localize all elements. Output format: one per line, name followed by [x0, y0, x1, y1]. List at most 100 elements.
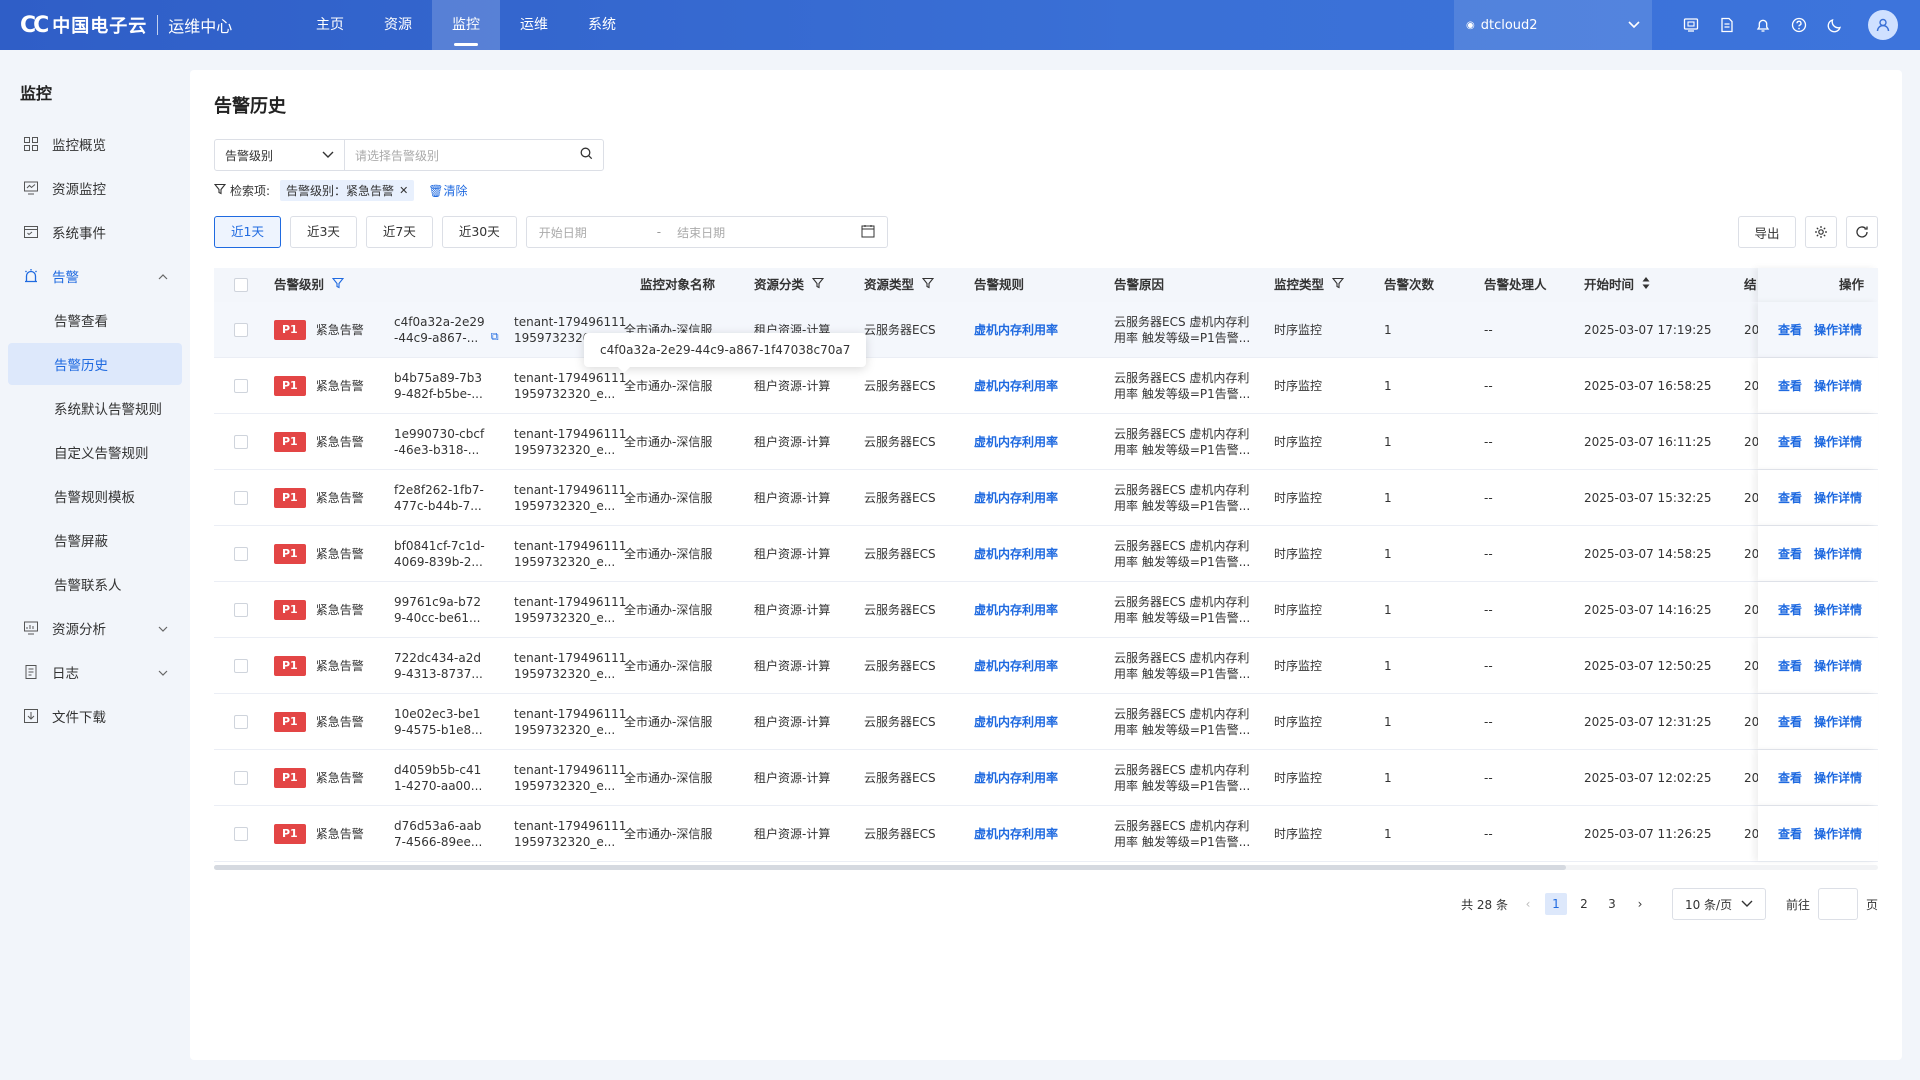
- rule-cell[interactable]: 虚机内存利用率: [974, 414, 1058, 469]
- view-link[interactable]: 查看: [1778, 434, 1802, 450]
- sidebar-item-logs[interactable]: 日志: [8, 651, 182, 693]
- copy-icon[interactable]: ⧉: [491, 329, 499, 345]
- table-row[interactable]: P1 紧急告警 bf0841cf-7c1d- 4069-839b-2... tenan…: [214, 526, 1878, 582]
- next-page-icon[interactable]: ›: [1629, 893, 1651, 915]
- rule-cell[interactable]: 虚机内存利用率: [974, 302, 1058, 357]
- rule-cell[interactable]: 虚机内存利用率: [974, 582, 1058, 637]
- clear-button[interactable]: 🗑清除: [428, 182, 467, 199]
- export-button[interactable]: 导出: [1738, 216, 1796, 248]
- view-link[interactable]: 查看: [1778, 378, 1802, 394]
- detail-link[interactable]: 操作详情: [1814, 546, 1862, 562]
- user-avatar-icon[interactable]: [1868, 10, 1898, 40]
- settings-icon[interactable]: [1805, 216, 1837, 248]
- sidebar-item-custom-rules[interactable]: 自定义告警规则: [8, 431, 182, 473]
- nav-system[interactable]: 系统: [568, 0, 636, 50]
- row-checkbox[interactable]: [234, 358, 248, 413]
- rule-cell[interactable]: 虚机内存利用率: [974, 750, 1058, 805]
- sidebar-item-alarm-contacts[interactable]: 告警联系人: [8, 563, 182, 605]
- nav-monitor[interactable]: 监控: [432, 0, 500, 50]
- filter-value-input[interactable]: 请选择告警级别: [345, 140, 603, 170]
- view-link[interactable]: 查看: [1778, 546, 1802, 562]
- table-row[interactable]: P1 紧急告警 f2e8f262-1fb7- 477c-b44b-7... tenan…: [214, 470, 1878, 526]
- table-row[interactable]: P1 紧急告警 d4059b5b-c41 1-4270-aa00... tenant-…: [214, 750, 1878, 806]
- sidebar-item-default-rules[interactable]: 系统默认告警规则: [8, 387, 182, 429]
- detail-link[interactable]: 操作详情: [1814, 322, 1862, 338]
- logo[interactable]: CC 中国电子云 运维中心: [20, 12, 232, 38]
- page-size-select[interactable]: 10 条/页: [1671, 888, 1766, 920]
- range-30d-button[interactable]: 近30天: [441, 216, 517, 248]
- moon-icon[interactable]: [1826, 16, 1844, 34]
- row-checkbox[interactable]: [234, 470, 248, 525]
- row-checkbox[interactable]: [234, 750, 248, 805]
- detail-link[interactable]: 操作详情: [1814, 658, 1862, 674]
- row-checkbox[interactable]: [234, 582, 248, 637]
- sidebar-item-alarm[interactable]: 告警: [8, 255, 182, 297]
- bell-icon[interactable]: [1754, 16, 1772, 34]
- detail-link[interactable]: 操作详情: [1814, 826, 1862, 842]
- rule-cell[interactable]: 虚机内存利用率: [974, 638, 1058, 693]
- row-checkbox[interactable]: [234, 638, 248, 693]
- sidebar-item-system-events[interactable]: 系统事件: [8, 211, 182, 253]
- detail-link[interactable]: 操作详情: [1814, 490, 1862, 506]
- rule-cell[interactable]: 虚机内存利用率: [974, 806, 1058, 861]
- date-range-picker[interactable]: 开始日期 - 结束日期: [525, 216, 888, 248]
- filter-icon[interactable]: [921, 277, 935, 293]
- range-7d-button[interactable]: 近7天: [365, 216, 433, 248]
- search-icon[interactable]: [580, 147, 593, 163]
- nav-resource[interactable]: 资源: [364, 0, 432, 50]
- sidebar-item-alarm-history[interactable]: 告警历史: [8, 343, 182, 385]
- page-1[interactable]: 1: [1544, 893, 1567, 915]
- screen-icon[interactable]: [1682, 16, 1700, 34]
- table-row[interactable]: P1 紧急告警 b4b75a89-7b3 9-482f-b5be-... tenant…: [214, 358, 1878, 414]
- refresh-icon[interactable]: [1846, 216, 1878, 248]
- range-1d-button[interactable]: 近1天: [214, 216, 281, 248]
- document-icon[interactable]: [1718, 16, 1736, 34]
- sidebar-item-alarm-mask[interactable]: 告警屏蔽: [8, 519, 182, 561]
- rule-cell[interactable]: 虚机内存利用率: [974, 526, 1058, 581]
- nav-home[interactable]: 主页: [296, 0, 364, 50]
- table-row[interactable]: P1 紧急告警 d76d53a6-aab 7-4566-89ee... tenant-…: [214, 806, 1878, 862]
- row-checkbox[interactable]: [234, 526, 248, 581]
- view-link[interactable]: 查看: [1778, 658, 1802, 674]
- row-checkbox[interactable]: [234, 806, 248, 861]
- page-3[interactable]: 3: [1601, 893, 1623, 915]
- row-checkbox[interactable]: [234, 694, 248, 749]
- table-row[interactable]: P1 紧急告警 1e990730-cbcf -46e3-b318-... tenant…: [214, 414, 1878, 470]
- detail-link[interactable]: 操作详情: [1814, 770, 1862, 786]
- detail-link[interactable]: 操作详情: [1814, 434, 1862, 450]
- row-checkbox[interactable]: [234, 302, 248, 357]
- row-checkbox[interactable]: [234, 414, 248, 469]
- goto-page-input[interactable]: [1817, 888, 1858, 920]
- table-row[interactable]: P1 紧急告警 99761c9a-b72 9-40cc-be61... tenant-…: [214, 582, 1878, 638]
- sidebar-item-rule-templates[interactable]: 告警规则模板: [8, 475, 182, 517]
- select-all-checkbox[interactable]: [234, 268, 248, 302]
- horizontal-scrollbar[interactable]: [214, 865, 1566, 870]
- help-icon[interactable]: [1790, 16, 1808, 34]
- range-3d-button[interactable]: 近3天: [289, 216, 357, 248]
- filter-icon[interactable]: [1331, 277, 1345, 293]
- filter-field-select[interactable]: 告警级别: [215, 140, 345, 170]
- sidebar-item-resource-monitor[interactable]: 资源监控: [8, 167, 182, 209]
- rule-cell[interactable]: 虚机内存利用率: [974, 470, 1058, 525]
- table-row[interactable]: P1 紧急告警 722dc434-a2d 9-4313-8737... tenant-…: [214, 638, 1878, 694]
- view-link[interactable]: 查看: [1778, 714, 1802, 730]
- rule-cell[interactable]: 虚机内存利用率: [974, 358, 1058, 413]
- table-row[interactable]: P1 紧急告警 c4f0a32a-2e29 -44c9-a867-... ⧉ tenan…: [214, 302, 1878, 358]
- table-row[interactable]: P1 紧急告警 10e02ec3-be1 9-4575-b1e8... tenant-…: [214, 694, 1878, 750]
- page-2[interactable]: 2: [1573, 893, 1595, 915]
- sort-icon[interactable]: [1642, 277, 1650, 293]
- sidebar-item-resource-analysis[interactable]: 资源分析: [8, 607, 182, 649]
- detail-link[interactable]: 操作详情: [1814, 378, 1862, 394]
- view-link[interactable]: 查看: [1778, 322, 1802, 338]
- view-link[interactable]: 查看: [1778, 826, 1802, 842]
- tenant-selector[interactable]: ◉ dtcloud2: [1454, 0, 1652, 50]
- prev-page-icon[interactable]: ‹: [1517, 893, 1539, 915]
- nav-ops[interactable]: 运维: [500, 0, 568, 50]
- view-link[interactable]: 查看: [1778, 770, 1802, 786]
- close-icon[interactable]: ✕: [399, 184, 408, 197]
- detail-link[interactable]: 操作详情: [1814, 602, 1862, 618]
- sidebar-item-file-download[interactable]: 文件下载: [8, 695, 182, 737]
- detail-link[interactable]: 操作详情: [1814, 714, 1862, 730]
- view-link[interactable]: 查看: [1778, 490, 1802, 506]
- rule-cell[interactable]: 虚机内存利用率: [974, 694, 1058, 749]
